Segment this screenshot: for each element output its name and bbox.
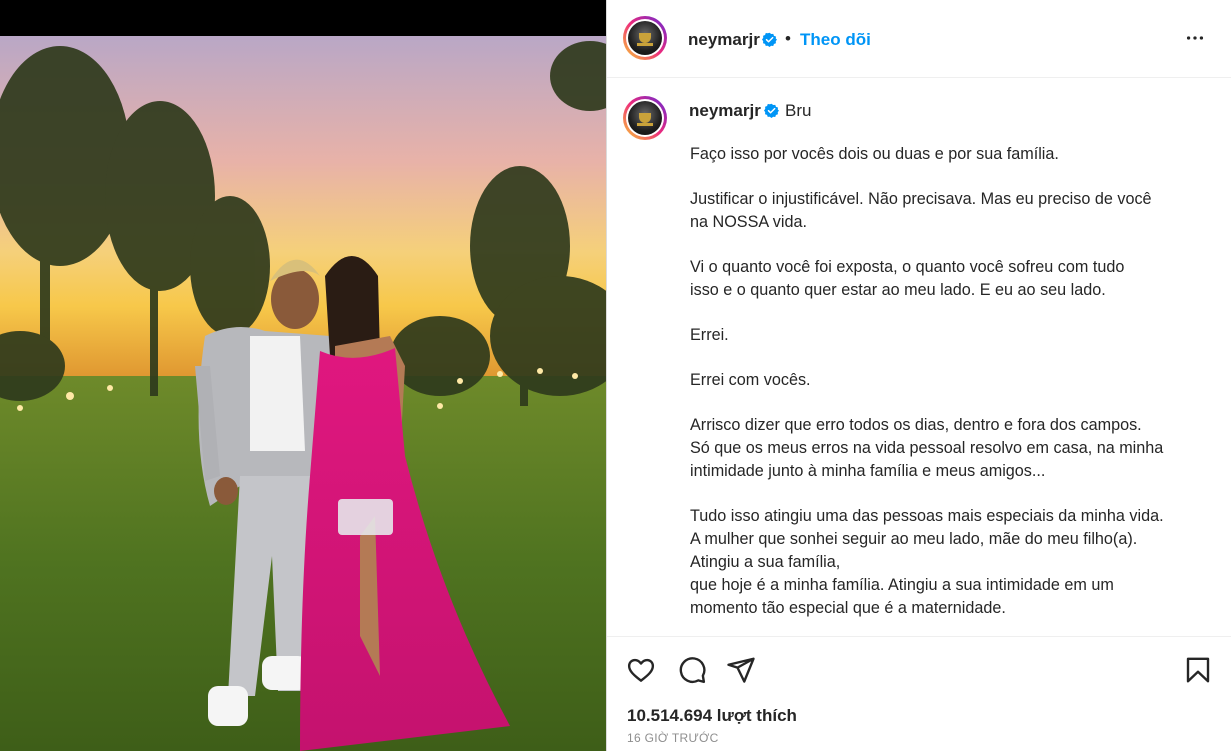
heart-icon[interactable]	[626, 655, 656, 685]
caption-paragraph-5: Errei com vocês.	[690, 371, 811, 389]
caption-avatar[interactable]	[623, 96, 667, 140]
caption-paragraph-7: Tudo isso atingiu uma das pessoas mais e…	[690, 507, 1164, 617]
send-icon[interactable]	[726, 655, 756, 685]
bookmark-icon[interactable]	[1183, 655, 1213, 685]
author-avatar[interactable]	[623, 16, 667, 60]
comment-icon[interactable]	[677, 655, 707, 685]
post-detail-panel: neymarjr • Theo dõi neymarjr Bru Faço is…	[607, 0, 1231, 751]
verified-badge-icon	[762, 32, 777, 47]
caption-username[interactable]: neymarjr	[689, 101, 761, 121]
post-photo[interactable]	[0, 36, 606, 751]
post-header: neymarjr • Theo dõi	[607, 0, 1231, 78]
separator-dot: •	[785, 29, 791, 48]
caption-paragraph-2: Justificar o injustificável. Não precisa…	[690, 190, 1152, 231]
author-username[interactable]: neymarjr	[688, 30, 760, 50]
caption-paragraph-4: Errei.	[690, 326, 729, 344]
caption-mention[interactable]: Bru	[785, 101, 811, 121]
follow-button[interactable]: Theo dõi	[800, 30, 871, 50]
post-timestamp[interactable]: 16 GIỜ TRƯỚC	[627, 731, 719, 745]
caption-verified-badge-icon	[764, 103, 779, 118]
more-horizontal-icon[interactable]	[1184, 27, 1206, 49]
top-black-bar	[0, 0, 607, 36]
caption-paragraph-3: Vi o quanto você foi exposta, o quanto v…	[690, 258, 1125, 299]
actions-divider	[607, 636, 1231, 637]
caption-paragraph-1: Faço isso por vocês dois ou duas e por s…	[690, 145, 1059, 163]
caption-paragraph-6: Arrisco dizer que erro todos os dias, de…	[690, 416, 1164, 480]
likes-count[interactable]: 10.514.694 lượt thích	[627, 706, 797, 726]
caption-text: Faço isso por vocês dois ou duas e por s…	[690, 143, 1200, 642]
